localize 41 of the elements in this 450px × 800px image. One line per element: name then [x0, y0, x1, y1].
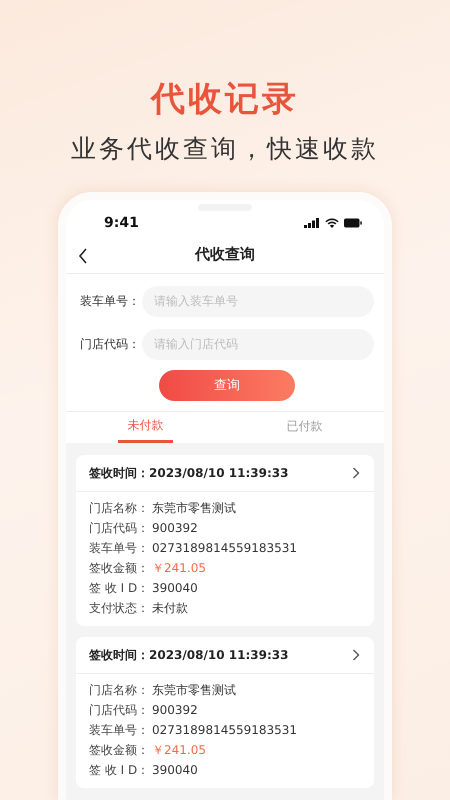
row-value: 未付款 [152, 600, 188, 616]
back-icon[interactable] [78, 248, 88, 264]
row-label: 门店代码： [89, 702, 150, 718]
row-label: 签收金额： [89, 560, 150, 576]
row-value: 900392 [152, 521, 198, 535]
sign-time: 签收时间：2023/08/10 11:39:33 [89, 646, 288, 664]
battery-icon [344, 218, 362, 228]
sign-time: 签收时间：2023/08/10 11:39:33 [89, 464, 288, 482]
row-value: 390040 [152, 581, 198, 595]
wifi-icon [325, 218, 339, 228]
headline: 代收记录 [151, 78, 299, 121]
row-value: 东莞市零售测试 [152, 682, 236, 698]
row-label: 签 收 I D： [89, 580, 150, 596]
row-label: 装车单号： [89, 540, 150, 556]
row-label: 签收金额： [89, 742, 150, 758]
row-value: 900392 [152, 703, 198, 717]
row-value: 0273189814559183531 [152, 541, 298, 555]
row-label: 门店代码： [89, 520, 150, 536]
row-label: 门店名称： [89, 682, 150, 698]
row-label: 装车单号： [89, 722, 150, 738]
row-value: 0273189814559183531 [152, 723, 298, 737]
status-time: 9:41 [104, 215, 139, 232]
row-label: 签 收 I D： [89, 762, 150, 778]
input-field[interactable]: 请输入装车单号 [142, 286, 374, 317]
row-value: 390040 [152, 763, 198, 777]
record-card[interactable]: 签收时间：2023/08/10 11:39:33 门店名称： 东莞市零售测试 门店代码： 900392 装车单号： 0273189814559183531 签收金额： ￥241.05 签 收 I D： 390040 支付状态： 未付款 [76, 455, 374, 626]
record-card[interactable]: 签收时间：2023/08/10 11:39:33 门店名称： 东莞市零售测试 门店代码： 900392 装车单号： 0273189814559183531 签收金额： ￥241.05 签 收 I D： 390040 [76, 637, 374, 788]
amount-value: ￥241.05 [152, 560, 206, 576]
row-value: 东莞市零售测试 [152, 500, 236, 516]
chevron-right-icon[interactable] [352, 649, 360, 661]
page-title: 代收查询 [195, 245, 255, 264]
field-label: 装车单号： [80, 292, 141, 310]
subtitle: 业务代收查询，快速收款 [71, 133, 379, 165]
row-label: 支付状态： [89, 600, 150, 616]
amount-value: ￥241.05 [152, 742, 206, 758]
row-label: 门店名称： [89, 500, 150, 516]
query-button[interactable]: 查询 [159, 370, 295, 401]
field-label: 门店代码： [80, 336, 141, 353]
input-field[interactable]: 请输入门店代码 [142, 328, 374, 360]
signal-icon [304, 218, 320, 228]
chevron-right-icon[interactable] [352, 467, 360, 479]
